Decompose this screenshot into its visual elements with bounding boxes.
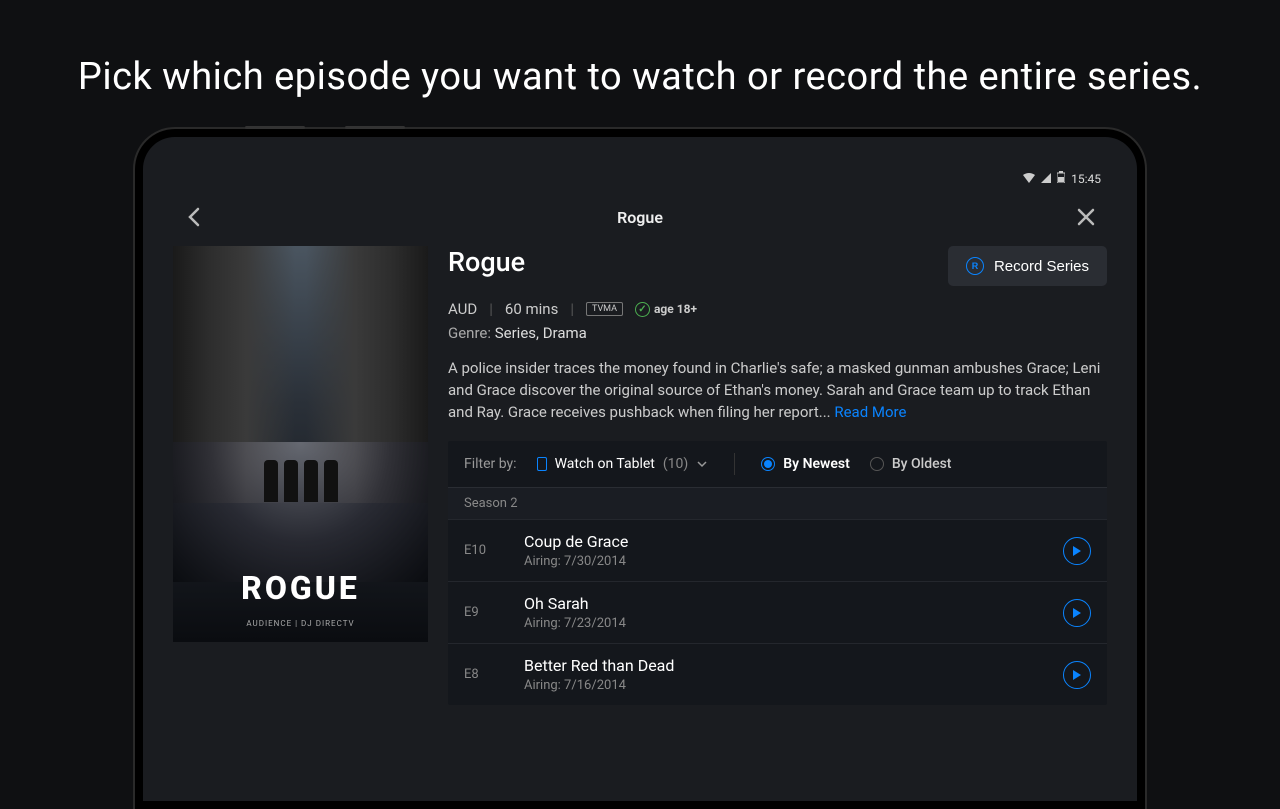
record-label: Record Series — [994, 258, 1089, 275]
tablet-icon — [537, 457, 547, 471]
episode-row[interactable]: E10 Coup de Grace Airing: 7/30/2014 — [448, 519, 1107, 581]
series-description: A police insider traces the money found … — [448, 358, 1107, 423]
status-time: 15:45 — [1071, 172, 1101, 186]
sort-by-oldest[interactable]: By Oldest — [870, 456, 952, 472]
close-button[interactable] — [1071, 202, 1101, 232]
check-icon: ✓ — [635, 302, 650, 317]
episode-airing: Airing: 7/23/2014 — [524, 616, 1043, 631]
poster-title: ROGUE — [173, 569, 428, 607]
sort-by-newest[interactable]: By Newest — [761, 456, 850, 472]
battery-icon — [1057, 171, 1065, 186]
episode-title: Better Red than Dead — [524, 656, 1043, 675]
series-poster[interactable]: ROGUE AUDIENCE | DJ DIRECTV — [173, 246, 428, 642]
genre-row: Genre: Series, Drama — [448, 324, 1107, 342]
filter-label: Filter by: — [464, 456, 517, 472]
read-more-link[interactable]: Read More — [834, 403, 906, 421]
episode-title: Oh Sarah — [524, 594, 1043, 613]
filter-source-dropdown[interactable]: Watch on Tablet (10) — [537, 456, 709, 472]
duration: 60 mins — [505, 300, 558, 318]
episode-number: E9 — [464, 605, 504, 620]
age-badge: ✓ age 18+ — [635, 302, 697, 317]
episode-number: E10 — [464, 543, 504, 558]
episode-row[interactable]: E9 Oh Sarah Airing: 7/23/2014 — [448, 581, 1107, 643]
chevron-down-icon — [696, 460, 708, 468]
episode-number: E8 — [464, 667, 504, 682]
record-series-button[interactable]: R Record Series — [948, 246, 1107, 286]
episode-airing: Airing: 7/30/2014 — [524, 554, 1043, 569]
episode-row[interactable]: E8 Better Red than Dead Airing: 7/16/201… — [448, 643, 1107, 705]
rating-badge: TVMA — [586, 302, 623, 316]
record-icon: R — [966, 257, 984, 275]
play-button[interactable] — [1063, 599, 1091, 627]
radio-icon — [870, 457, 884, 471]
promo-headline: Pick which episode you want to watch or … — [0, 0, 1280, 129]
radio-icon — [761, 457, 775, 471]
signal-icon — [1041, 172, 1051, 186]
meta-row: AUD | 60 mins | TVMA ✓ age 18+ — [448, 300, 1107, 318]
page-title: Rogue — [617, 208, 663, 227]
episode-airing: Airing: 7/16/2014 — [524, 678, 1043, 693]
wifi-icon — [1023, 172, 1035, 186]
app-header: Rogue — [173, 194, 1107, 246]
back-button[interactable] — [179, 202, 209, 232]
network: AUD — [448, 300, 477, 318]
series-title: Rogue — [448, 246, 525, 278]
episode-title: Coup de Grace — [524, 532, 1043, 551]
season-header: Season 2 — [448, 488, 1107, 519]
episode-panel: Filter by: Watch on Tablet (10) By Newes… — [448, 441, 1107, 705]
play-button[interactable] — [1063, 537, 1091, 565]
status-bar: 15:45 — [173, 167, 1107, 194]
play-button[interactable] — [1063, 661, 1091, 689]
poster-credit: AUDIENCE | DJ DIRECTV — [173, 619, 428, 628]
tablet-mockup: 15:45 Rogue ROGUE AUDIENCE | DJ DIRECTV — [135, 129, 1145, 809]
